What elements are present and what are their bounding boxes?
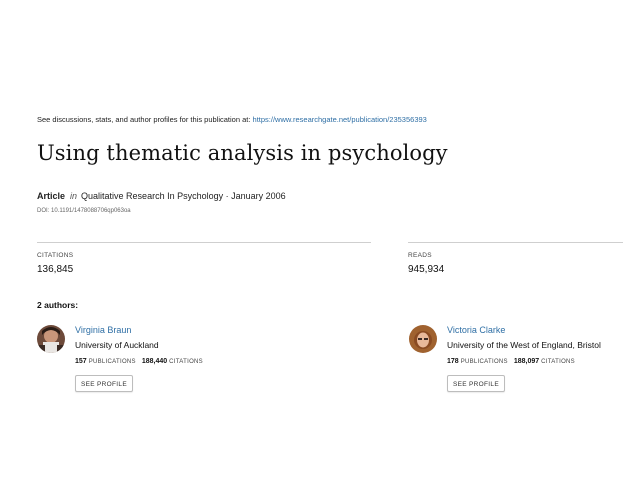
authors-heading: 2 authors: — [37, 300, 79, 310]
publications-label: PUBLICATIONS — [460, 359, 508, 365]
author-institution: University of the West of England, Brist… — [447, 340, 601, 350]
avatar[interactable] — [409, 325, 437, 353]
source-intro: See discussions, stats, and author profi… — [37, 115, 251, 124]
publication-type: Article — [37, 191, 66, 201]
see-profile-button[interactable]: SEE PROFILE — [447, 375, 505, 392]
publication-meta: Article in Qualitative Research In Psychol… — [37, 191, 286, 201]
author-publications-count: 178 — [447, 358, 459, 365]
avatar[interactable] — [37, 325, 65, 353]
author-citations-count: 188,097 — [513, 358, 540, 365]
source-line: See discussions, stats, and author profi… — [37, 115, 427, 124]
publication-url-link[interactable]: https://www.researchgate.net/publication… — [253, 115, 427, 124]
reads-label: READS — [408, 252, 432, 259]
see-profile-button[interactable]: SEE PROFILE — [75, 375, 133, 392]
author-photo-braun — [37, 325, 65, 353]
author-citations-count: 188,440 — [141, 358, 168, 365]
author-institution: University of Auckland — [75, 340, 159, 350]
author-photo-clarke — [409, 325, 437, 353]
reads-divider — [408, 242, 623, 243]
journal-name: Qualitative Research In Psychology · Jan… — [81, 191, 286, 201]
author-publications-count: 157 — [75, 358, 87, 365]
publications-label: PUBLICATIONS — [88, 359, 136, 365]
citations-label: CITATIONS — [169, 359, 203, 365]
author-name-link[interactable]: Virginia Braun — [75, 325, 131, 335]
citations-label: CITATIONS — [37, 252, 74, 259]
doi: DOI: 10.1191/1478088706qp063oa — [37, 208, 131, 214]
citations-value: 136,845 — [37, 264, 74, 275]
author-stats: 178 PUBLICATIONS 188,097 CITATIONS — [447, 358, 581, 365]
author-stats: 157 PUBLICATIONS 188,440 CITATIONS — [75, 358, 209, 365]
publication-title: Using thematic analysis in psychology — [37, 141, 448, 165]
author-name-link[interactable]: Victoria Clarke — [447, 325, 505, 335]
in-word: in — [70, 191, 78, 201]
citations-label: CITATIONS — [541, 359, 575, 365]
citations-divider — [37, 242, 371, 243]
reads-value: 945,934 — [408, 264, 445, 275]
